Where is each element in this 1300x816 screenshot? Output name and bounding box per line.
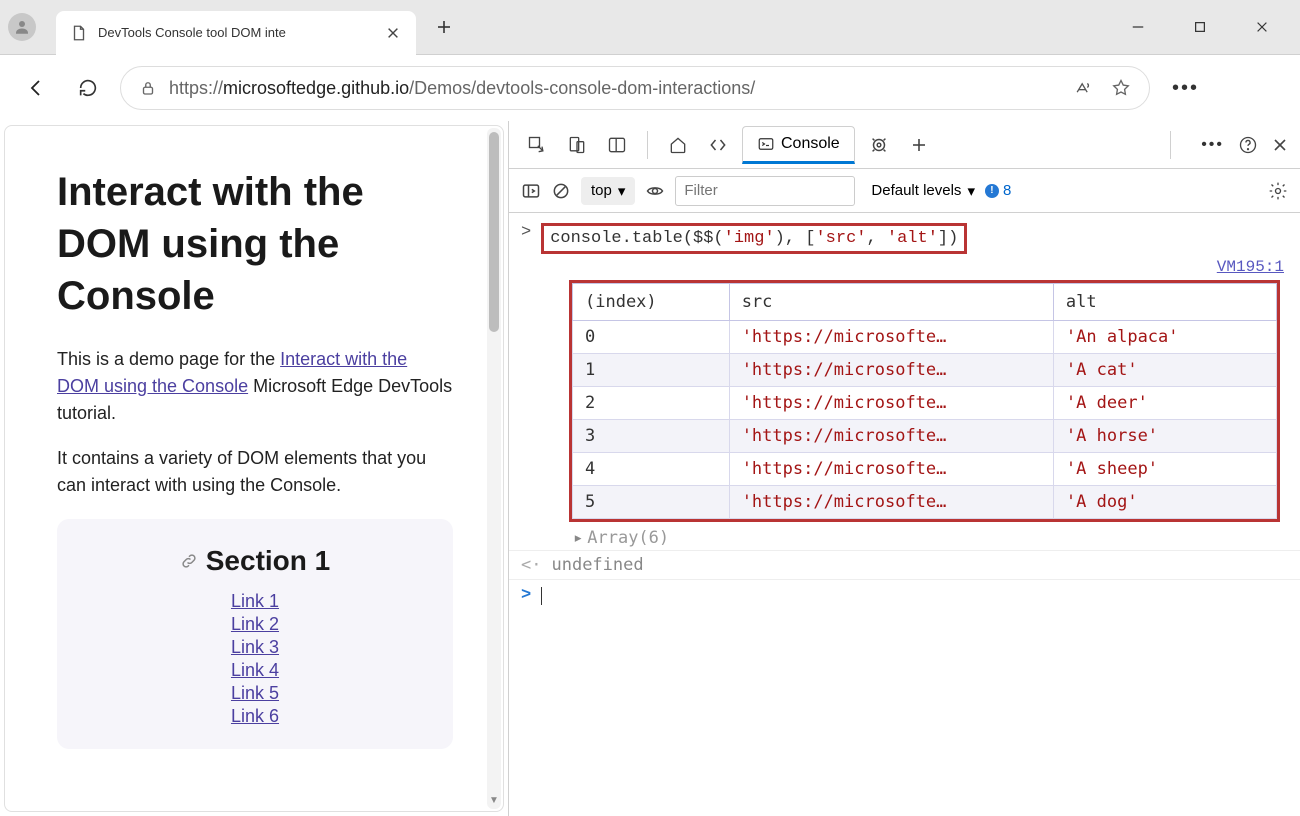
table-row[interactable]: 5'https://microsofte…'A dog'	[573, 486, 1277, 519]
sources-tab[interactable]	[863, 129, 895, 161]
table-row[interactable]: 0'https://microsofte…'An alpaca'	[573, 321, 1277, 354]
devtools-panel: Console ••• top ▾ Default levels ▾	[508, 121, 1300, 816]
browser-tab[interactable]: DevTools Console tool DOM inte	[56, 11, 416, 55]
browser-tab-strip: DevTools Console tool DOM inte	[0, 0, 1300, 55]
page-pane: Interact with the DOM using the Console …	[4, 125, 504, 812]
close-window-button[interactable]	[1240, 9, 1284, 45]
refresh-button[interactable]	[68, 68, 108, 108]
section-link[interactable]: Link 4	[91, 660, 419, 681]
levels-label: Default levels	[871, 182, 961, 199]
help-button[interactable]	[1238, 135, 1258, 155]
clear-console-button[interactable]	[551, 181, 571, 201]
devtools-more-button[interactable]: •••	[1201, 136, 1224, 154]
context-selector[interactable]: top ▾	[581, 177, 635, 205]
log-levels-selector[interactable]: Default levels ▾	[871, 182, 975, 200]
link-list: Link 1 Link 2 Link 3 Link 4 Link 5 Link …	[91, 591, 419, 727]
section-heading: Section 1	[180, 545, 330, 577]
section-title-text: Section 1	[206, 545, 330, 577]
link-icon	[180, 552, 198, 570]
section-link[interactable]: Link 6	[91, 706, 419, 727]
address-bar-row: https://microsoftedge.github.io/Demos/de…	[0, 55, 1300, 121]
url-text: https://microsoftedge.github.io/Demos/de…	[169, 78, 1061, 99]
filter-input[interactable]	[675, 176, 855, 206]
console-output: > console.table($$('img'), ['src', 'alt'…	[509, 213, 1300, 816]
content-area: Interact with the DOM using the Console …	[0, 121, 1300, 816]
issues-count: 8	[1003, 182, 1011, 199]
read-aloud-icon[interactable]	[1073, 78, 1093, 98]
chevron-down-icon: ▾	[618, 182, 626, 200]
new-tab-button[interactable]	[426, 9, 462, 45]
live-expression-button[interactable]	[645, 181, 665, 201]
console-table: (index) src alt 0'https://microsofte…'An…	[569, 280, 1280, 522]
highlighted-command: console.table($$('img'), ['src', 'alt'])	[541, 223, 967, 254]
table-row[interactable]: 1'https://microsofte…'A cat'	[573, 354, 1277, 387]
table-header-src[interactable]: src	[729, 284, 1053, 321]
console-input-row[interactable]: >	[509, 579, 1300, 611]
return-value-row: <· undefined	[509, 550, 1300, 579]
separator	[647, 131, 648, 159]
inspect-element-button[interactable]	[521, 129, 553, 161]
toggle-sidebar-button[interactable]	[521, 181, 541, 201]
close-tab-button[interactable]	[384, 24, 402, 42]
table-header-index[interactable]: (index)	[573, 284, 730, 321]
dock-side-button[interactable]	[601, 129, 633, 161]
expand-triangle-icon[interactable]: ▸	[573, 528, 583, 548]
window-controls	[1116, 9, 1292, 45]
maximize-button[interactable]	[1178, 9, 1222, 45]
minimize-button[interactable]	[1116, 9, 1160, 45]
page-heading: Interact with the DOM using the Console	[57, 166, 453, 322]
issues-button[interactable]: ! 8	[985, 182, 1011, 199]
welcome-tab[interactable]	[662, 129, 694, 161]
table-header-alt[interactable]: alt	[1053, 284, 1276, 321]
tab-title: DevTools Console tool DOM inte	[98, 25, 374, 40]
undefined-text: undefined	[551, 555, 643, 575]
url-scheme: https://	[169, 78, 223, 98]
console-toolbar: top ▾ Default levels ▾ ! 8	[509, 169, 1300, 213]
page-scrollbar[interactable]: ▼	[487, 128, 501, 809]
scroll-down-arrow[interactable]: ▼	[489, 795, 499, 807]
address-bar[interactable]: https://microsoftedge.github.io/Demos/de…	[120, 66, 1150, 110]
section-link[interactable]: Link 2	[91, 614, 419, 635]
console-tab[interactable]: Console	[742, 126, 855, 164]
table-row[interactable]: 4'https://microsofte…'A sheep'	[573, 453, 1277, 486]
intro-paragraph-1: This is a demo page for the Interact wit…	[57, 346, 453, 427]
array-summary[interactable]: ▸Array(6)	[509, 526, 1300, 550]
section-link[interactable]: Link 3	[91, 637, 419, 658]
device-toggle-button[interactable]	[561, 129, 593, 161]
url-path: /Demos/devtools-console-dom-interactions…	[409, 78, 755, 98]
source-link[interactable]: VM195:1	[509, 258, 1300, 276]
more-tabs-button[interactable]	[903, 129, 935, 161]
input-chevron-icon: >	[521, 586, 531, 605]
section-link[interactable]: Link 1	[91, 591, 419, 612]
text-cursor	[541, 587, 542, 605]
table-row[interactable]: 2'https://microsofte…'A deer'	[573, 387, 1277, 420]
context-label: top	[591, 182, 612, 199]
console-settings-button[interactable]	[1268, 181, 1288, 201]
section-link[interactable]: Link 5	[91, 683, 419, 704]
input-chevron-icon: >	[521, 223, 531, 242]
profile-avatar[interactable]	[8, 13, 36, 41]
intro-paragraph-2: It contains a variety of DOM elements th…	[57, 445, 453, 499]
table-row[interactable]: 3'https://microsofte…'A horse'	[573, 420, 1277, 453]
devtools-tab-bar: Console •••	[509, 121, 1300, 169]
back-button[interactable]	[16, 68, 56, 108]
favorite-icon[interactable]	[1111, 78, 1131, 98]
chevron-down-icon: ▾	[967, 182, 975, 200]
close-devtools-button[interactable]	[1272, 137, 1288, 153]
scrollbar-thumb[interactable]	[489, 132, 499, 332]
console-tab-label: Console	[781, 135, 840, 153]
browser-more-button[interactable]: •••	[1172, 77, 1199, 100]
console-command-row: > console.table($$('img'), ['src', 'alt'…	[509, 219, 1300, 258]
separator	[1170, 131, 1171, 159]
issues-badge-icon: !	[985, 184, 999, 198]
return-arrow-icon: <·	[521, 555, 541, 575]
console-icon	[757, 135, 775, 153]
elements-tab[interactable]	[702, 129, 734, 161]
url-host: microsoftedge.github.io	[223, 78, 409, 98]
page-icon	[70, 24, 88, 42]
lock-icon	[139, 79, 157, 97]
section-box: Section 1 Link 1 Link 2 Link 3 Link 4 Li…	[57, 519, 453, 749]
